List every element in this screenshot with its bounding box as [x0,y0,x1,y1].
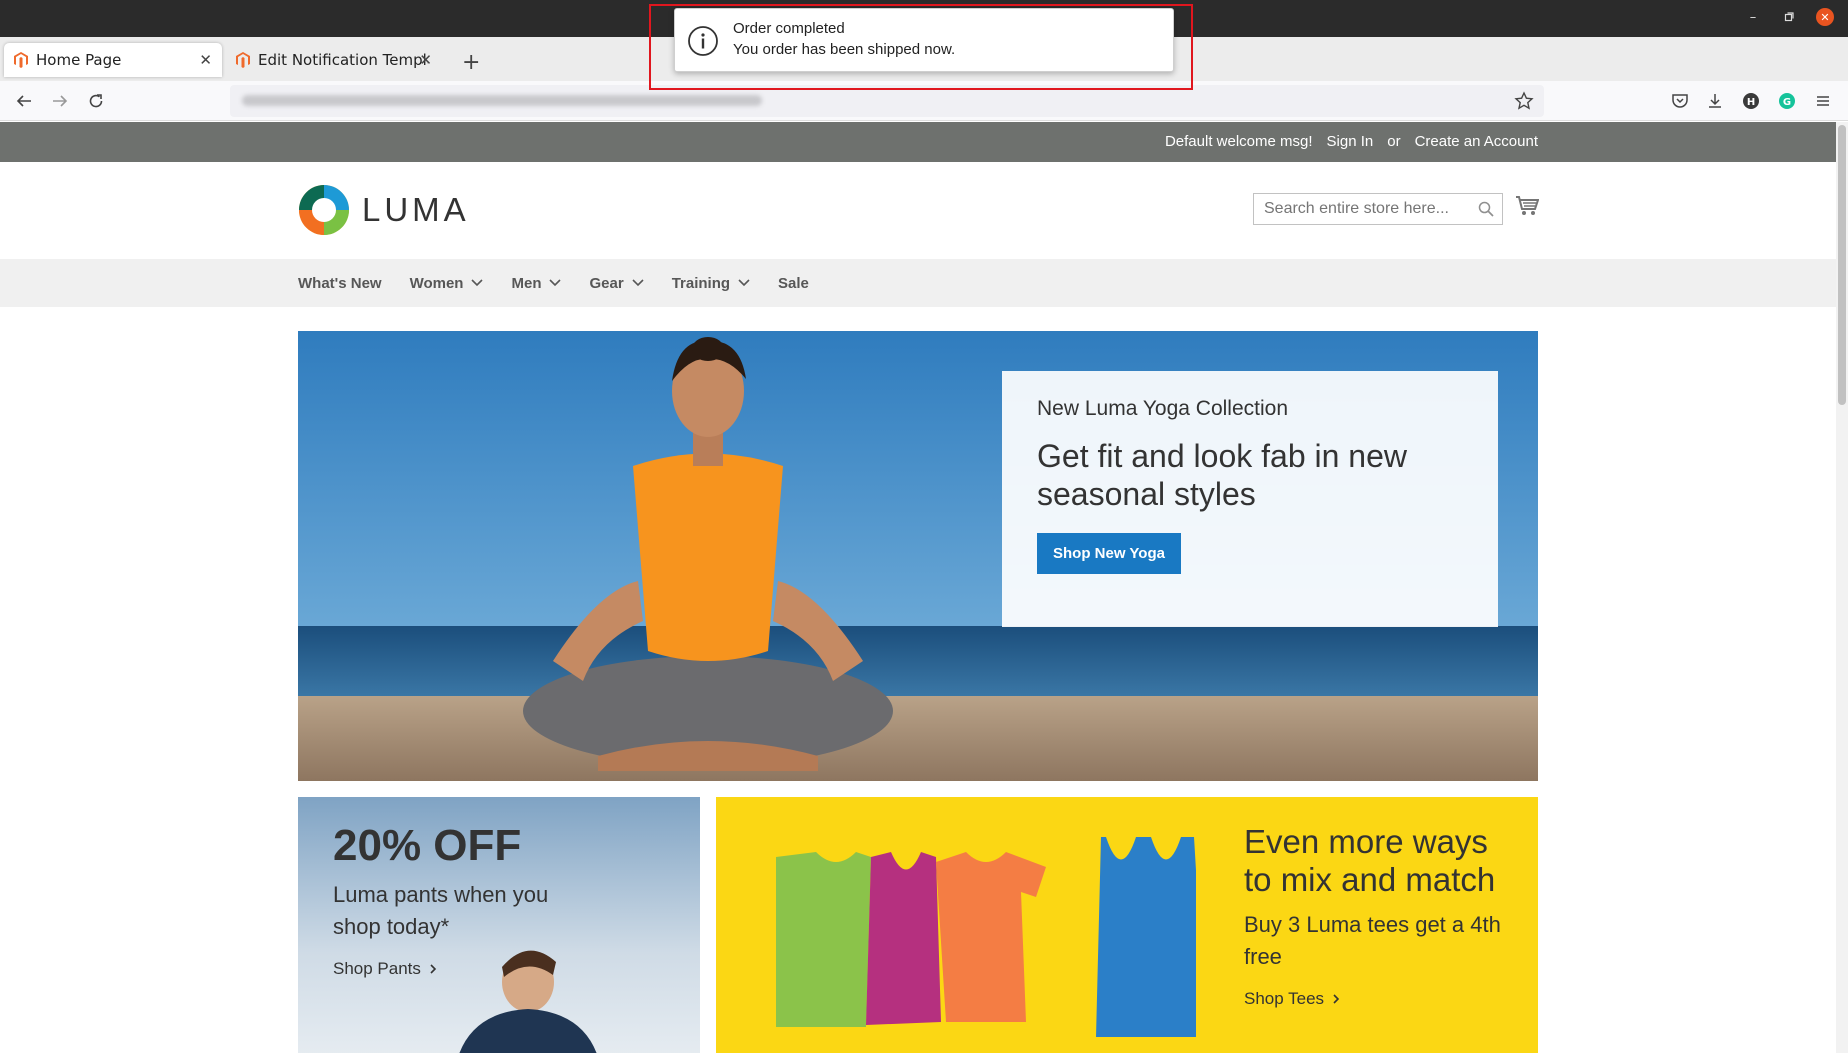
minimize-icon[interactable]: – [1744,8,1762,26]
nav-training[interactable]: Training [672,275,750,292]
sign-in-link[interactable]: Sign In [1327,133,1374,150]
forward-arrow-icon[interactable] [48,89,72,113]
pants-promo-block[interactable]: 20% OFF Luma pants when you shop today* … [298,797,700,1053]
tees-promo-block[interactable]: Even more ways to mix and match Buy 3 Lu… [716,797,1538,1053]
notification-body: You order has been shipped now. [733,41,956,58]
welcome-message: Default welcome msg! [1164,133,1313,150]
luma-logo-icon [299,185,349,235]
order-notification-toast[interactable]: Order completed You order has been shipp… [674,8,1174,72]
search-box[interactable] [1253,193,1503,225]
download-icon[interactable] [1703,89,1727,113]
nav-women[interactable]: Women [410,275,484,292]
plus-icon[interactable]: + [462,50,480,75]
chevron-down-icon [549,279,562,287]
nav-label: Gear [589,274,624,292]
pants-promo-title: 20% OFF [333,821,522,870]
hero-title: Get fit and look fab in new seasonal sty… [1037,438,1407,512]
bookmark-star-icon[interactable] [1514,91,1534,115]
logo-text: LUMA [362,191,470,228]
nav-sale[interactable]: Sale [778,275,809,292]
chevron-down-icon [471,279,484,287]
close-window-icon[interactable]: ✕ [1816,8,1834,26]
magento-favicon-icon [236,52,250,68]
search-icon[interactable] [1478,201,1494,221]
shop-pants-link[interactable]: Shop Pants [333,959,583,979]
tab-label: Edit Notification Templat [258,51,428,69]
back-arrow-icon[interactable] [12,89,36,113]
url-bar[interactable] [230,85,1544,117]
hero-subtitle: New Luma Yoga Collection [1037,397,1288,420]
shop-tees-link[interactable]: Shop Tees [1244,989,1514,1009]
chevron-right-icon [430,964,437,974]
chevron-right-icon [1333,994,1340,1004]
shop-pants-label: Shop Pants [333,959,421,978]
nav-gear[interactable]: Gear [589,274,644,292]
nav-men[interactable]: Men [511,274,562,292]
search-input[interactable] [1254,194,1464,224]
tab-label: Home Page [36,51,122,69]
grammarly-icon[interactable]: G [1775,89,1799,113]
luma-logo[interactable]: LUMA [298,184,470,236]
navigation-toolbar: H G [0,81,1848,121]
window-controls: – ✕ [1744,8,1834,26]
store-page: Default welcome msg! Sign In or Create a… [0,122,1836,1053]
svg-text:H: H [1747,97,1755,108]
shop-new-yoga-button[interactable]: Shop New Yoga [1037,533,1181,574]
shop-tees-label: Shop Tees [1244,989,1325,1008]
tab-edit-notification-template[interactable]: Edit Notification Templat ✕ [226,43,442,77]
scrollbar-thumb[interactable] [1838,125,1846,405]
nav-label: Women [409,274,464,292]
chevron-down-icon [632,279,644,287]
tab-close-icon[interactable]: ✕ [419,51,432,69]
hero-promo-card: New Luma Yoga Collection Get fit and loo… [1002,371,1498,627]
nav-label: What's New [298,274,382,292]
restore-icon[interactable] [1780,8,1798,26]
magento-favicon-icon [14,52,28,68]
create-account-link[interactable]: Create an Account [1415,133,1538,150]
notification-title: Order completed [733,20,845,37]
url-text-blurred [242,95,762,106]
nav-whats-new[interactable]: What's New [298,275,382,292]
top-header-bar: Default welcome msg! Sign In or Create a… [0,122,1836,162]
cart-icon[interactable] [1515,195,1540,221]
nav-label: Sale [778,274,809,292]
tab-close-icon[interactable]: ✕ [199,51,212,69]
tees-promo-title: Even more ways to mix and match [1244,823,1496,898]
reload-icon[interactable] [84,89,108,113]
tab-home-page[interactable]: Home Page ✕ [4,43,222,77]
info-icon [687,25,719,61]
category-nav: What's New Women Men Gear Training Sale [0,259,1836,307]
pants-promo-description: Luma pants when you shop today* [333,882,549,939]
nav-label: Training [671,274,731,292]
nav-label: Men [511,274,542,292]
profile-h-icon[interactable]: H [1739,89,1763,113]
or-text: or [1387,133,1401,150]
tees-promo-description: Buy 3 Luma tees get a 4th free [1244,912,1501,969]
chevron-down-icon [738,279,750,287]
pocket-icon[interactable] [1668,89,1692,113]
svg-text:G: G [1783,97,1791,108]
menu-hamburger-icon[interactable] [1811,89,1835,113]
